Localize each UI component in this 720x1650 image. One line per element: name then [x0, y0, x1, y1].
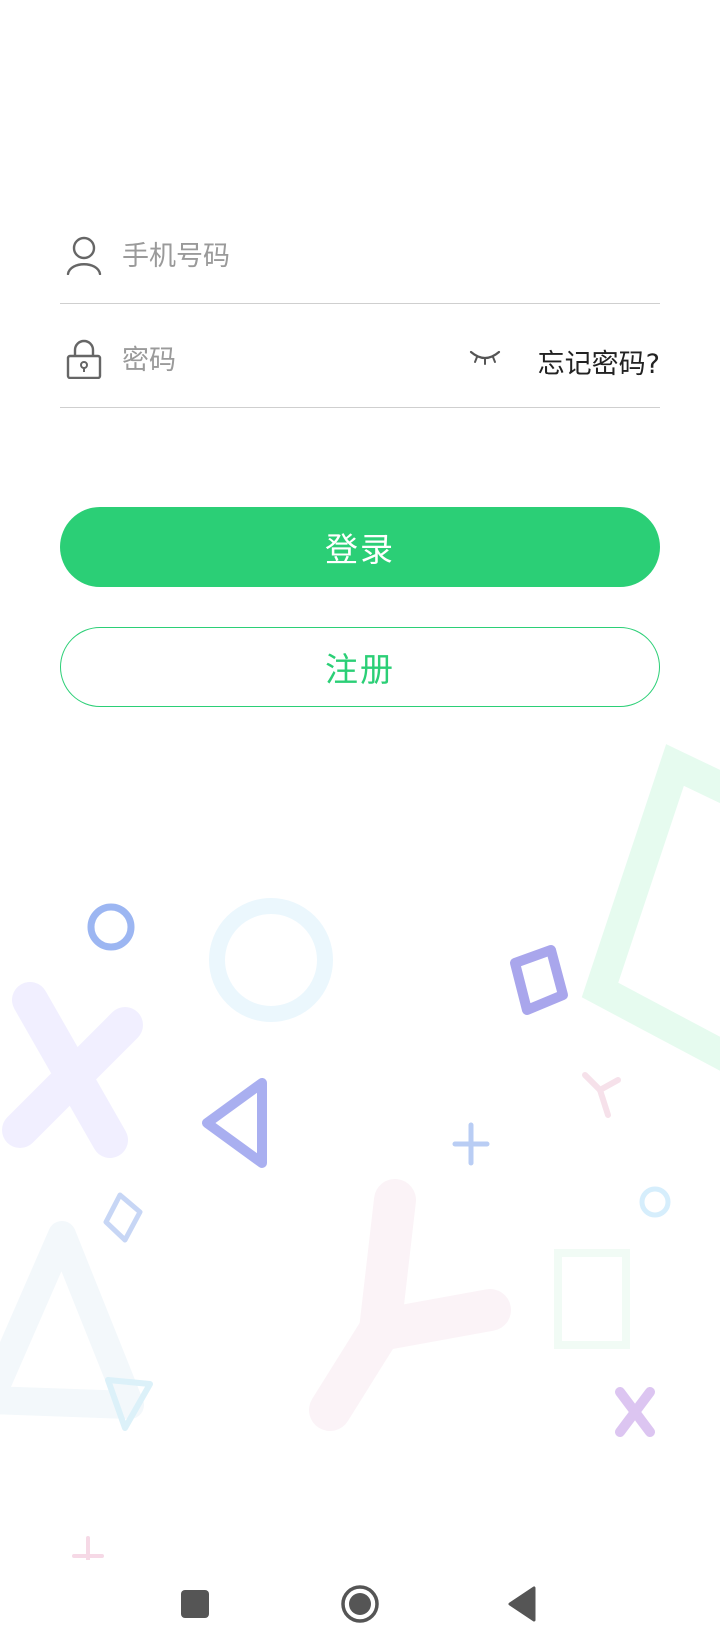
- forgot-password-link[interactable]: 忘记密码?: [538, 342, 660, 381]
- small-cyan-circle-outline: [639, 1186, 671, 1218]
- phone-field: [60, 200, 660, 304]
- login-button[interactable]: 登录: [60, 507, 660, 587]
- password-field: 忘记密码?: [60, 304, 660, 408]
- password-input[interactable]: [120, 334, 454, 386]
- register-button[interactable]: 注册: [60, 627, 660, 707]
- user-icon: [66, 235, 102, 276]
- lock-icon: [66, 339, 102, 380]
- pale-cyan-circle-outline: [209, 898, 333, 1022]
- system-navigation-bar: [0, 1560, 720, 1650]
- large-pink-y-shape: [309, 1179, 511, 1431]
- triangle-back-icon[interactable]: [502, 1582, 546, 1626]
- small-blue-diamond-outline: [103, 1192, 143, 1243]
- phone-input[interactable]: [120, 230, 454, 282]
- circle-home-icon[interactable]: [338, 1582, 382, 1626]
- pale-x-shape: [2, 982, 143, 1158]
- purple-diamond-outline: [510, 945, 568, 1015]
- pale-green-rectangle-outline: [554, 1249, 630, 1349]
- blue-circle-outline: [87, 903, 135, 951]
- pink-small-y-shape: [582, 1072, 621, 1118]
- square-icon[interactable]: [173, 1582, 217, 1626]
- blue-plus-shape: [452, 1122, 490, 1166]
- eye-closed-icon[interactable]: [468, 344, 502, 370]
- large-green-square-outline: [581, 744, 720, 1071]
- pink-tiny-plus-shape: [72, 1536, 104, 1562]
- lilac-x-shape: [615, 1387, 655, 1437]
- blue-triangle-outline: [202, 1078, 267, 1168]
